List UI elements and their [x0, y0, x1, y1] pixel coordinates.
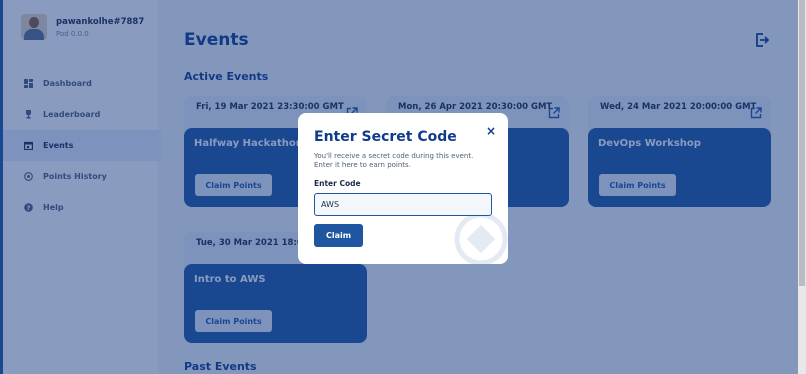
secret-code-modal: Enter Secret Code × You'll receive a sec… — [298, 113, 508, 264]
modal-title: Enter Secret Code — [314, 129, 457, 145]
diamond-watermark-icon — [454, 212, 508, 264]
modal-description: You'll receive a secret code during this… — [314, 152, 474, 169]
app: pawankolhe#7887 Pod 0.0.0 Dashboard Lead… — [0, 0, 806, 374]
scrollbar-thumb[interactable] — [799, 0, 805, 286]
secret-code-input[interactable] — [314, 193, 492, 216]
claim-button[interactable]: Claim — [314, 224, 363, 247]
close-icon[interactable]: × — [486, 124, 496, 138]
code-field-label: Enter Code — [314, 179, 361, 188]
